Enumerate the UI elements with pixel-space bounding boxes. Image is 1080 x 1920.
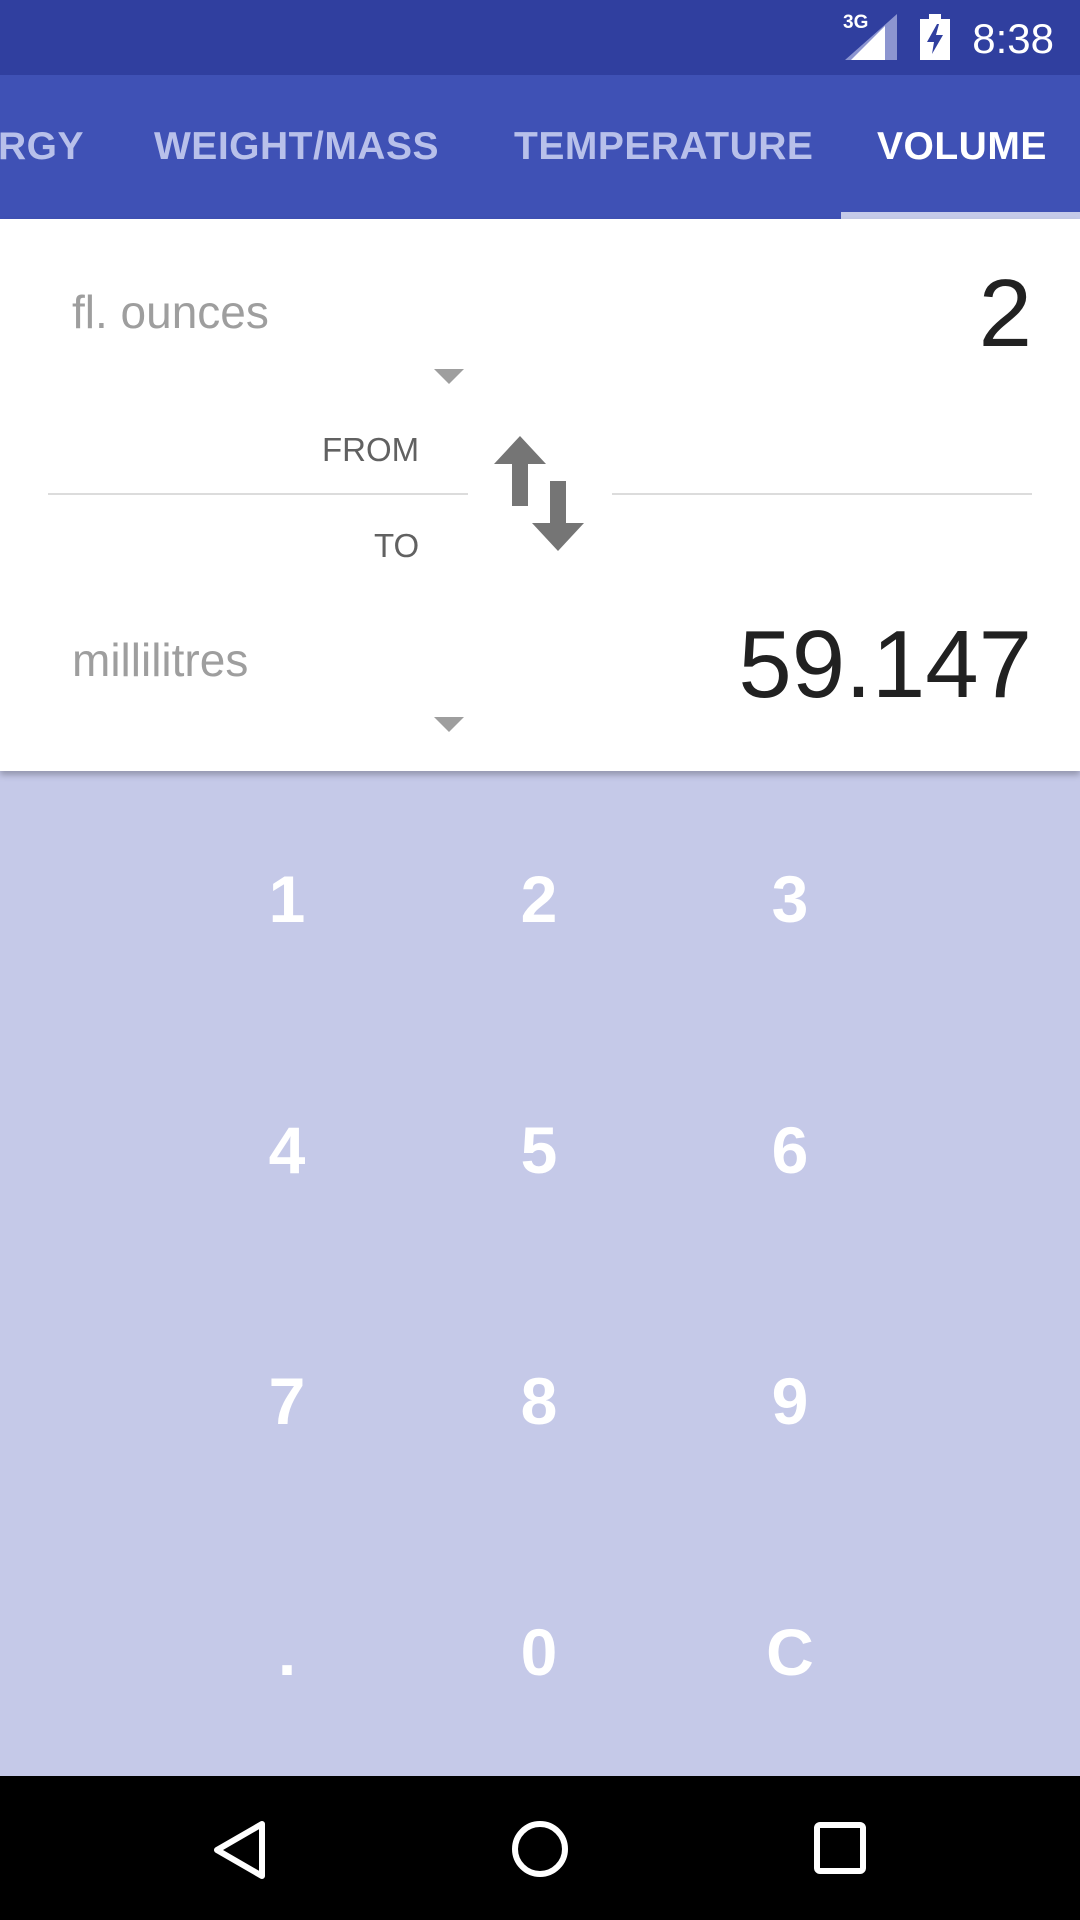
recents-icon[interactable] bbox=[813, 1821, 867, 1875]
key-6[interactable]: 6 bbox=[690, 1050, 890, 1250]
key-8[interactable]: 8 bbox=[439, 1301, 639, 1501]
to-label: TO bbox=[374, 527, 420, 564]
tab-temperature[interactable]: TEMPERATURE bbox=[514, 75, 813, 219]
home-icon[interactable] bbox=[510, 1819, 570, 1879]
back-icon[interactable] bbox=[212, 1820, 268, 1880]
swap-units-icon[interactable] bbox=[494, 436, 584, 551]
to-value[interactable]: 59.147 bbox=[738, 610, 1032, 720]
tab-weight-mass[interactable]: WEIGHT/MASS bbox=[154, 75, 439, 219]
key-decimal[interactable]: . bbox=[187, 1552, 387, 1752]
from-unit-label: fl. ounces bbox=[72, 286, 269, 338]
category-tab-bar: RGY WEIGHT/MASS TEMPERATURE VOLUME bbox=[0, 75, 1080, 219]
chevron-down-icon bbox=[434, 717, 464, 732]
from-label: FROM bbox=[322, 431, 420, 468]
key-9[interactable]: 9 bbox=[690, 1301, 890, 1501]
to-unit-dropdown[interactable]: millilitres bbox=[40, 607, 480, 732]
clock: 8:38 bbox=[972, 15, 1054, 62]
key-2[interactable]: 2 bbox=[439, 799, 639, 999]
from-unit-dropdown[interactable]: fl. ounces bbox=[40, 259, 480, 384]
active-tab-indicator bbox=[841, 212, 1080, 219]
divider-left bbox=[48, 493, 468, 495]
signal-icon bbox=[845, 14, 897, 60]
key-clear[interactable]: C bbox=[690, 1552, 890, 1752]
status-bar: 3G 8:38 bbox=[0, 0, 1080, 75]
navigation-bar bbox=[0, 1776, 1080, 1920]
tab-volume[interactable]: VOLUME bbox=[877, 75, 1047, 219]
key-0[interactable]: 0 bbox=[439, 1552, 639, 1752]
divider-right bbox=[612, 493, 1032, 495]
tab-energy[interactable]: RGY bbox=[0, 75, 84, 219]
key-3[interactable]: 3 bbox=[690, 799, 890, 999]
key-4[interactable]: 4 bbox=[187, 1050, 387, 1250]
key-5[interactable]: 5 bbox=[439, 1050, 639, 1250]
from-value[interactable]: 2 bbox=[979, 259, 1032, 369]
chevron-down-icon bbox=[434, 369, 464, 384]
battery-charging-icon bbox=[920, 14, 950, 60]
to-unit-label: millilitres bbox=[72, 634, 249, 686]
key-1[interactable]: 1 bbox=[187, 799, 387, 999]
key-7[interactable]: 7 bbox=[187, 1301, 387, 1501]
number-keypad: 1 2 3 4 5 6 7 8 9 . 0 C bbox=[0, 771, 1080, 1776]
